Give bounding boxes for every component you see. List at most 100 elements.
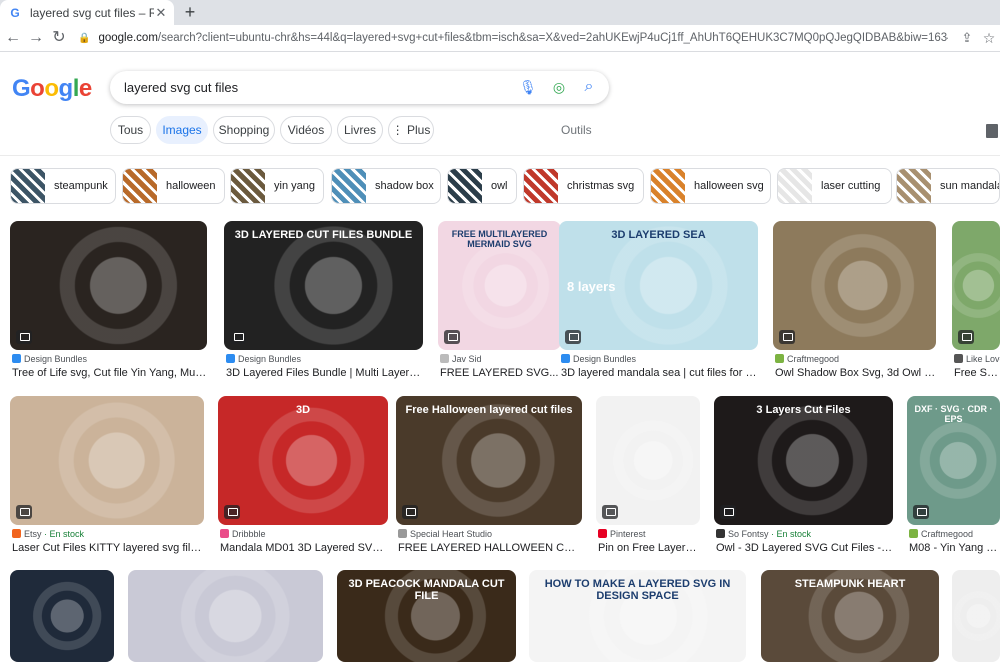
microphone-icon[interactable]: 🎙	[519, 78, 537, 96]
result-caption[interactable]: Laser Cut Files KITTY layered svg file a…	[12, 542, 204, 554]
related-query-chip[interactable]: sun mandala	[896, 168, 1000, 204]
result-thumbnail[interactable]	[773, 221, 936, 350]
result-thumbnail[interactable]: Free Halloween layered cut files	[396, 396, 582, 525]
thumbnail-text: STEAMPUNK HEART	[794, 578, 906, 590]
close-tab-icon[interactable]: ✕	[154, 5, 168, 21]
divider	[0, 155, 1000, 156]
result-thumbnail[interactable]	[596, 396, 700, 525]
source-name: Pinterest	[610, 529, 646, 539]
result-caption[interactable]: FREE LAYERED HALLOWEEN CUT FIL...	[398, 542, 582, 554]
result-thumbnail[interactable]: DXF · SVG · CDR · EPS	[907, 396, 1000, 525]
result-source[interactable]: So Fontsy · En stock	[716, 529, 811, 539]
result-source[interactable]: Design Bundles	[226, 354, 301, 364]
result-caption[interactable]: Owl - 3D Layered SVG Cut Files - So ...	[716, 542, 893, 554]
filter-shopping[interactable]: Shopping	[213, 116, 275, 144]
search-input[interactable]	[124, 77, 504, 98]
saved-collections-icon[interactable]	[986, 124, 998, 138]
result-thumbnail[interactable]: 3D LAYERED CUT FILES BUNDLE	[224, 221, 423, 350]
related-query-chip[interactable]: christmas svg	[523, 168, 644, 204]
back-arrow-icon[interactable]: ←	[4, 29, 22, 47]
filter-more-label: Plus	[407, 123, 431, 137]
result-caption[interactable]: Tree of Life svg, Cut file Yin Yang, Mul…	[12, 367, 207, 379]
related-query-label: shadow box	[375, 180, 434, 192]
google-logo[interactable]: Google	[12, 75, 92, 103]
product-badge-icon	[720, 505, 736, 519]
result-caption[interactable]: 3D layered mandala sea | cut files for C…	[561, 367, 758, 379]
url-path: /search?client=ubuntu-chr&hs=44l&q=layer…	[157, 32, 948, 44]
related-query-chip[interactable]: owl	[447, 168, 517, 204]
related-query-label: laser cutting	[821, 180, 881, 192]
related-query-chip[interactable]: laser cutting	[777, 168, 892, 204]
source-favicon-icon	[909, 529, 918, 538]
source-name: Craftmegood	[921, 529, 974, 539]
filter-videos[interactable]: Vidéos	[280, 116, 332, 144]
result-caption[interactable]: Mandala MD01 3D Layered SVG ...	[220, 542, 388, 554]
search-icon[interactable]: ⌕	[580, 78, 598, 96]
source-name: Dribbble	[232, 529, 266, 539]
result-source[interactable]: Design Bundles	[12, 354, 87, 364]
result-thumbnail[interactable]	[10, 396, 204, 525]
result-thumbnail[interactable]: FREE MULTILAYERED MERMAID SVG	[438, 221, 561, 350]
filter-all[interactable]: Tous	[110, 116, 151, 144]
result-source[interactable]: Craftmegood	[909, 529, 973, 539]
filter-books[interactable]: Livres	[337, 116, 383, 144]
result-caption[interactable]: Free Silho	[954, 367, 1000, 379]
result-source[interactable]: Pinterest	[598, 529, 646, 539]
result-thumbnail[interactable]	[952, 221, 1000, 350]
lens-camera-icon[interactable]: ◎	[550, 78, 568, 96]
result-caption[interactable]: Owl Shadow Box Svg, 3d Owl La...	[775, 367, 936, 379]
browser-tab[interactable]: G layered svg cut files – Rech ✕	[0, 0, 174, 25]
result-thumbnail[interactable]: 3D PEACOCK MANDALA CUT FILE	[337, 570, 516, 662]
related-query-chip[interactable]: halloween svg	[650, 168, 771, 204]
share-icon[interactable]: ⇪	[958, 29, 976, 47]
related-query-chip[interactable]: steampunk	[10, 168, 116, 204]
result-thumbnail[interactable]	[10, 570, 114, 662]
related-query-chip[interactable]: shadow box	[331, 168, 441, 204]
source-favicon-icon	[12, 529, 21, 538]
result-source[interactable]: Dribbble	[220, 529, 266, 539]
related-query-chip[interactable]: halloween	[122, 168, 225, 204]
logo-letter: e	[78, 75, 92, 102]
result-source[interactable]: Like Love	[954, 354, 1000, 364]
result-source[interactable]: Craftmegood	[775, 354, 839, 364]
related-query-thumbnail	[332, 169, 366, 203]
filter-images[interactable]: Images	[156, 116, 208, 144]
address-bar[interactable]: 🔒 google.com/search?client=ubuntu-chr&hs=…	[78, 28, 948, 49]
related-query-label: halloween	[166, 180, 216, 192]
result-source[interactable]: Jav Sid	[440, 354, 482, 364]
product-badge-icon	[402, 505, 418, 519]
google-favicon-icon: G	[10, 5, 20, 20]
source-favicon-icon	[954, 354, 963, 363]
url-host: google.com	[98, 32, 158, 44]
reload-icon[interactable]: ↻	[50, 29, 68, 47]
source-name: So Fontsy	[728, 529, 769, 539]
related-query-label: halloween svg	[694, 180, 764, 192]
result-source[interactable]: Etsy · En stock	[12, 529, 84, 539]
result-caption[interactable]: FREE LAYERED SVG...	[440, 367, 561, 379]
product-badge-icon	[913, 505, 929, 519]
result-thumbnail[interactable]: STEAMPUNK HEART	[761, 570, 939, 662]
result-thumbnail[interactable]: HOW TO MAKE A LAYERED SVG IN DESIGN SPAC…	[529, 570, 746, 662]
result-source[interactable]: Design Bundles	[561, 354, 636, 364]
stock-status: · En stock	[41, 529, 85, 539]
related-query-chip[interactable]: yin yang	[230, 168, 324, 204]
result-source[interactable]: Special Heart Studio	[398, 529, 492, 539]
result-caption[interactable]: 3D Layered Files Bundle | Multi Layered …	[226, 367, 423, 379]
tools-button[interactable]: Outils	[561, 123, 592, 137]
related-query-label: christmas svg	[567, 180, 635, 192]
result-thumbnail[interactable]	[128, 570, 323, 662]
forward-arrow-icon[interactable]: →	[27, 29, 45, 47]
result-caption[interactable]: M08 - Yin Yang SVG	[909, 542, 1000, 554]
filter-more[interactable]: ⋮ Plus	[388, 116, 434, 144]
result-thumbnail[interactable]	[10, 221, 207, 350]
star-icon[interactable]: ☆	[980, 29, 998, 47]
result-thumbnail[interactable]	[952, 570, 1000, 662]
result-thumbnail[interactable]: 3D	[218, 396, 388, 525]
product-badge-icon	[224, 505, 240, 519]
result-thumbnail[interactable]: 3 Layers Cut Files	[714, 396, 893, 525]
new-tab-button[interactable]: +	[180, 2, 200, 22]
source-favicon-icon	[220, 529, 229, 538]
search-box[interactable]: 🎙 ◎ ⌕	[110, 71, 609, 104]
result-thumbnail[interactable]: 3D LAYERED SEA 8 layers	[559, 221, 758, 350]
result-caption[interactable]: Pin on Free Layered...	[598, 542, 700, 554]
